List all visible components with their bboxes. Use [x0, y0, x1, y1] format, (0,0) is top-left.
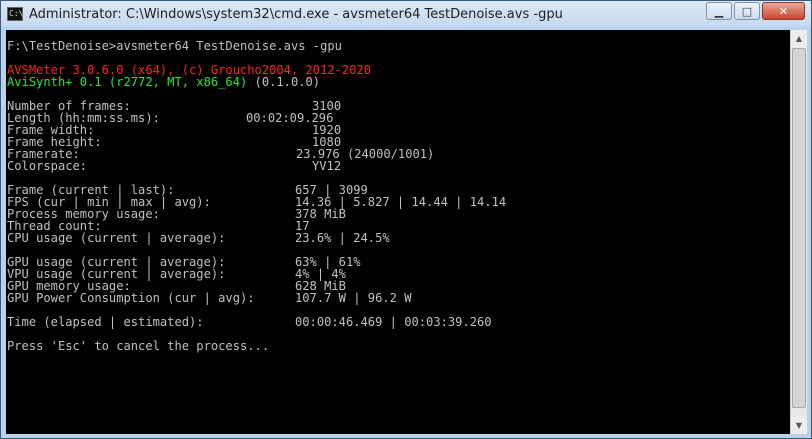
title-bar[interactable]: C:\_ Administrator: C:\Windows\system32\… [1, 1, 811, 27]
cmd-window: C:\_ Administrator: C:\Windows\system32\… [0, 0, 812, 439]
window-title: Administrator: C:\Windows\system32\cmd.e… [29, 6, 563, 22]
time-label: Time (elapsed | estimated): [7, 315, 204, 329]
avisynth-banner: AviSynth+ 0.1 (r2772, MT, x86_64) (0.1.0… [7, 76, 320, 88]
gpu-label: GPU Power Consumption (cur | avg): [7, 291, 255, 305]
cmd-app-icon[interactable]: C:\_ [7, 7, 28, 21]
scrollbar-thumb[interactable] [792, 48, 806, 408]
avisynth-version: AviSynth+ 0.1 (r2772, MT, x86_64) [7, 75, 248, 89]
avisynth-build: (0.1.0.0) [247, 75, 321, 89]
window-controls: ▁ □ ✕ [704, 2, 805, 20]
minimize-button[interactable]: ▁ [706, 2, 732, 20]
cancel-hint: Press 'Esc' to cancel the process... [7, 339, 270, 353]
prompt-line: F:\TestDenoise>avsmeter64 TestDenoise.av… [7, 39, 342, 53]
stat-value: 23.6% | 24.5% [295, 231, 390, 245]
scroll-down-arrow-icon[interactable]: ▼ [791, 417, 807, 434]
stat-label: CPU usage (current | average): [7, 231, 226, 245]
gpu-value: 107.7 W | 96.2 W [295, 291, 412, 305]
info-value: YV12 [312, 159, 342, 173]
vertical-scrollbar[interactable]: ▲ ▼ [790, 30, 807, 434]
scroll-up-arrow-icon[interactable]: ▲ [791, 30, 807, 47]
time-value: 00:00:46.469 | 00:03:39.260 [295, 315, 492, 329]
close-button[interactable]: ✕ [762, 2, 805, 20]
console-output[interactable]: F:\TestDenoise>avsmeter64 TestDenoise.av… [6, 30, 790, 434]
info-label: Colorspace: [7, 159, 88, 173]
maximize-button[interactable]: □ [734, 2, 760, 20]
